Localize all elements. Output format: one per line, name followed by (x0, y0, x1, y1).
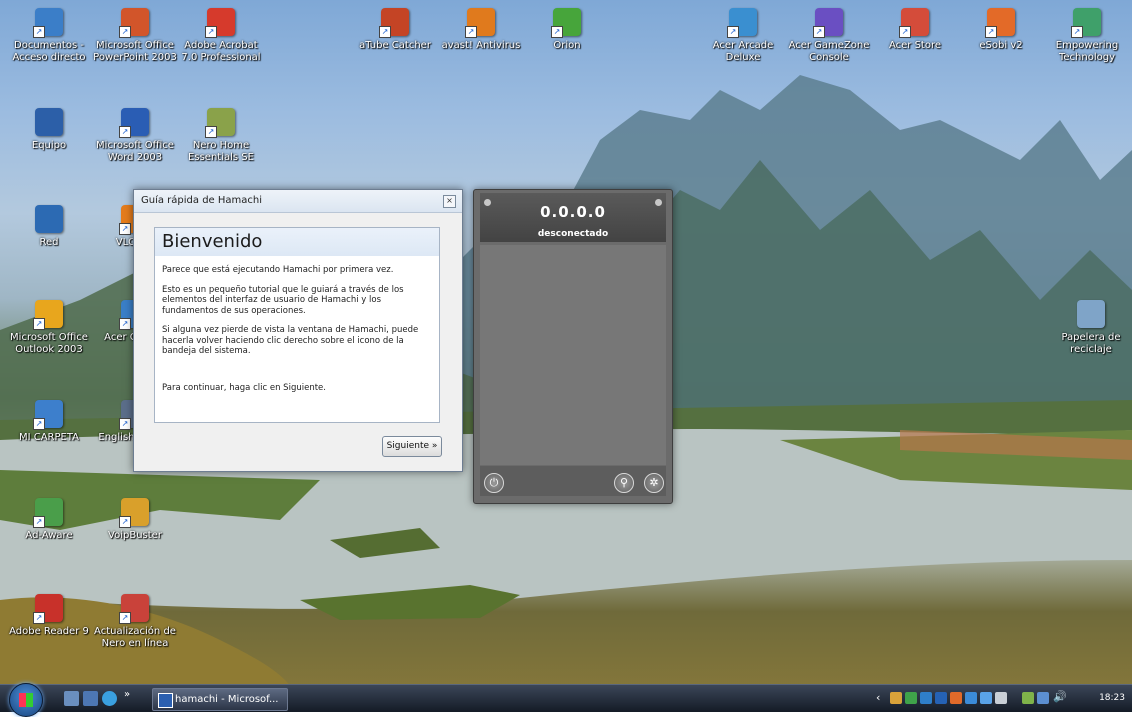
system-tray: ‹ 🔊 18:23 (872, 685, 1132, 712)
client-header: 0.0.0.0 desconectado (480, 193, 666, 242)
desktop-icon-nero-update[interactable]: ↗ Actualización de Nero en línea (92, 594, 178, 650)
desktop-icon-documentos[interactable]: ↗ Documentos - Acceso directo (6, 8, 92, 64)
desktop-icon-esobi[interactable]: ↗ eSobi v2 (958, 8, 1044, 52)
empowering-technology-icon: ↗ (1071, 8, 1101, 38)
show-desktop-icon[interactable] (64, 691, 79, 706)
desktop-icon-nero-home[interactable]: ↗ Nero Home Essentials SE (178, 108, 264, 164)
acer-store-icon: ↗ (899, 8, 929, 38)
desktop-icon-adaware[interactable]: ↗ Ad-Aware (6, 498, 92, 542)
computer-icon (35, 108, 63, 136)
welcome-panel: Bienvenido Parece que está ejecutando Ha… (154, 227, 440, 423)
atube-catcher-icon: ↗ (379, 8, 409, 38)
network-menu-icon[interactable]: ⚲ (614, 473, 634, 493)
tray-app-icon[interactable] (890, 692, 902, 704)
network-list (480, 245, 666, 465)
hamachi-guide-dialog: Guía rápida de Hamachi × Bienvenido Pare… (133, 189, 463, 472)
restore-window-text: Si alguna vez pierde de vista la ventana… (162, 325, 419, 356)
acer-arcade-icon: ↗ (727, 8, 757, 38)
settings-gear-icon[interactable]: ✲ (644, 473, 664, 493)
tray-app-icon[interactable] (950, 692, 962, 704)
adobe-reader-icon: ↗ (33, 594, 63, 624)
taskbar: » hamachi - Microsof... ‹ 🔊 18:23 (0, 683, 1132, 717)
dialog-titlebar[interactable]: Guía rápida de Hamachi × (134, 190, 462, 213)
client-footer (480, 466, 666, 496)
desktop-icon-word[interactable]: ↗ Microsoft Office Word 2003 (92, 108, 178, 164)
acer-gamezone-icon: ↗ (813, 8, 843, 38)
tray-app-icon[interactable] (965, 692, 977, 704)
clock[interactable]: 18:23 (1099, 685, 1125, 712)
desktop-icon-atube[interactable]: ↗ aTube Catcher (352, 8, 438, 52)
hamachi-client-window: 0.0.0.0 desconectado ⏻ ⚲ ✲ (473, 189, 673, 504)
start-button[interactable] (9, 683, 43, 717)
orion-icon: ↗ (551, 8, 581, 38)
safely-remove-icon[interactable] (1022, 692, 1034, 704)
tray-app-icon[interactable] (935, 692, 947, 704)
desktop-icon-mi-carpeta[interactable]: ↗ MI CARPETA (6, 400, 92, 444)
internet-explorer-icon[interactable] (102, 691, 117, 706)
voipbuster-icon: ↗ (119, 498, 149, 528)
volume-icon[interactable]: 🔊 (1053, 690, 1067, 703)
tray-app-icon[interactable] (905, 692, 917, 704)
connection-status: desconectado (537, 229, 609, 239)
tray-app-icon[interactable] (995, 692, 1007, 704)
desktop-icon-empowering[interactable]: ↗ Empowering Technology (1044, 8, 1130, 64)
desktop: ↗ Documentos - Acceso directo ↗ Microsof… (0, 0, 1132, 711)
word-doc-icon (158, 693, 173, 708)
desktop-icon-orion[interactable]: ↗ Orion (524, 8, 610, 52)
tray-app-icon[interactable] (980, 692, 992, 704)
desktop-icon-acer-store[interactable]: ↗ Acer Store (872, 8, 958, 52)
desktop-icon-avast[interactable]: ↗ avast! Antivirus (438, 8, 524, 52)
dialog-title: Guía rápida de Hamachi (141, 195, 263, 206)
acrobat-icon: ↗ (205, 8, 235, 38)
switch-windows-icon[interactable] (83, 691, 98, 706)
avast-icon: ↗ (465, 8, 495, 38)
powerpoint-icon: ↗ (119, 8, 149, 38)
recycle-bin-icon (1077, 300, 1105, 328)
network-icon (35, 205, 63, 233)
quicklaunch-chevron-icon[interactable]: » (124, 689, 130, 700)
nero-update-icon: ↗ (119, 594, 149, 624)
windows-logo-icon (19, 693, 33, 707)
power-icon[interactable]: ⏻ (484, 473, 504, 493)
intro-text: Parece que está ejecutando Hamachi por p… (162, 265, 394, 275)
tutorial-text: Esto es un pequeño tutorial que le guiar… (162, 284, 404, 316)
tray-expand-icon[interactable]: ‹ (876, 691, 880, 704)
desktop-icon-papelera[interactable]: Papelera de reciclaje (1048, 300, 1132, 356)
tray-app-icon[interactable] (920, 692, 932, 704)
desktop-icon-red[interactable]: Red (6, 205, 92, 249)
desktop-icon-acer-arcade[interactable]: ↗ Acer Arcade Deluxe (700, 8, 786, 64)
desktop-icon-adobe-reader[interactable]: ↗ Adobe Reader 9 (6, 594, 92, 638)
folder-shortcut-icon: ↗ (33, 8, 63, 38)
desktop-icon-acrobat[interactable]: ↗ Adobe Acrobat 7.0 Professional (178, 8, 264, 64)
close-icon[interactable]: × (443, 195, 456, 208)
desktop-icon-equipo[interactable]: Equipo (6, 108, 92, 152)
desktop-icon-acer-gamezone[interactable]: ↗ Acer GameZone Console (786, 8, 872, 64)
taskbar-button-hamachi[interactable]: hamachi - Microsof... (152, 688, 288, 711)
ad-aware-icon: ↗ (33, 498, 63, 528)
word-icon: ↗ (119, 108, 149, 138)
welcome-heading: Bienvenido (155, 228, 439, 256)
esobi-icon: ↗ (985, 8, 1015, 38)
desktop-icon-voipbuster[interactable]: ↗ VoipBuster (92, 498, 178, 542)
desktop-icon-powerpoint[interactable]: ↗ Microsoft Office PowerPoint 2003 (92, 8, 178, 64)
continue-text: Para continuar, haga clic en Siguiente. (162, 382, 326, 393)
desktop-icon-outlook[interactable]: ↗ Microsoft Office Outlook 2003 (6, 300, 92, 356)
ip-address: 0.0.0.0 (540, 203, 606, 221)
network-tray-icon[interactable] (1037, 692, 1049, 704)
next-button[interactable]: Siguiente » (382, 436, 442, 457)
outlook-icon: ↗ (33, 300, 63, 330)
folder-shortcut-icon: ↗ (33, 400, 63, 430)
nero-home-icon: ↗ (205, 108, 235, 138)
